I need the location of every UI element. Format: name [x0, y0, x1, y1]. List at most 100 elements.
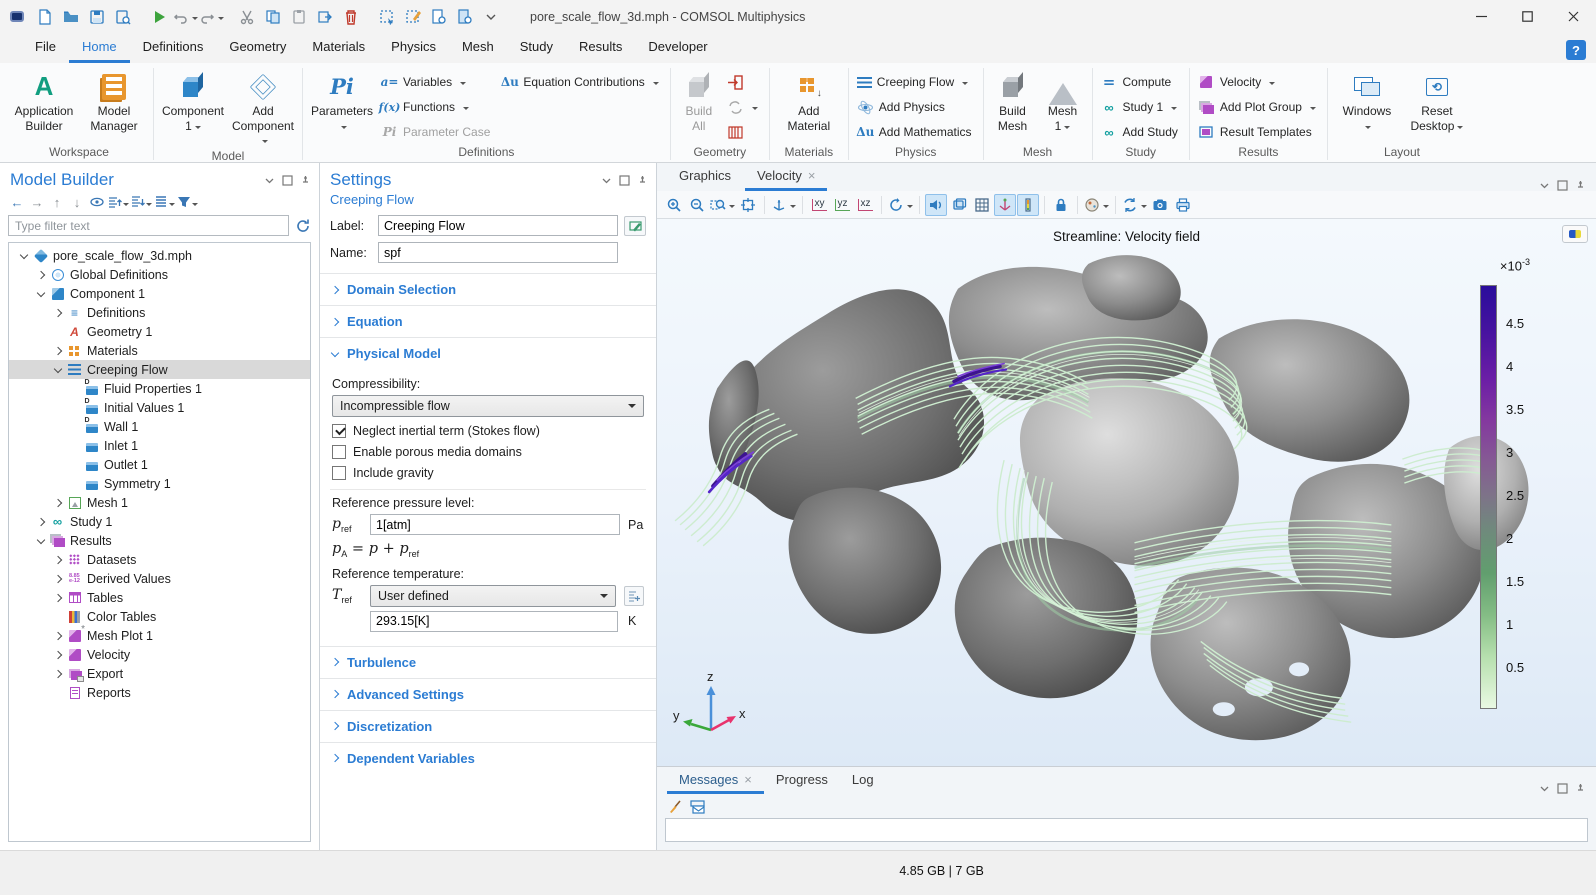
rename-button[interactable]: [624, 216, 646, 236]
menu-home[interactable]: Home: [69, 35, 130, 63]
expand-all-icon[interactable]: [131, 193, 152, 211]
paste-icon[interactable]: [286, 5, 312, 29]
tree-item-inlet-1[interactable]: Inlet 1: [9, 436, 310, 455]
zoom-box-icon[interactable]: [709, 194, 736, 216]
parameters-button[interactable]: Pi Parameters: [308, 66, 376, 133]
cut-icon[interactable]: [234, 5, 260, 29]
copy-icon[interactable]: [260, 5, 286, 29]
tab-graphics[interactable]: Graphics: [667, 164, 743, 191]
view-xz-icon[interactable]: xz: [854, 194, 876, 216]
tab-log[interactable]: Log: [840, 769, 886, 794]
menu-mesh[interactable]: Mesh: [449, 35, 507, 63]
tree-item-export[interactable]: Export: [9, 664, 310, 683]
compressibility-select[interactable]: Incompressible flow: [332, 395, 644, 417]
equation-contributions-button[interactable]: ΔuEquation Contributions: [498, 71, 664, 93]
tree-item-mesh-plot-1[interactable]: Mesh Plot 1: [9, 626, 310, 645]
porous-media-checkbox-row[interactable]: Enable porous media domains: [332, 445, 644, 459]
tree-item-fluid-properties-1[interactable]: Fluid Properties 1: [9, 379, 310, 398]
ref-temperature-input[interactable]: [370, 611, 618, 632]
menu-file[interactable]: File: [22, 35, 69, 63]
float-panel-icon[interactable]: [619, 175, 630, 186]
lock-view-icon[interactable]: [1050, 194, 1072, 216]
tree-item-wall-1[interactable]: Wall 1: [9, 417, 310, 436]
update-plot-icon[interactable]: [1121, 194, 1148, 216]
save-search-icon[interactable]: [110, 5, 136, 29]
add-plot-group-button[interactable]: Add Plot Group: [1195, 96, 1322, 118]
float-panel-icon[interactable]: [282, 175, 293, 186]
add-component-button[interactable]: Add Component: [229, 66, 297, 148]
back-icon[interactable]: ←: [8, 193, 26, 211]
virtual-operations-button[interactable]: [724, 121, 764, 143]
menu-geometry[interactable]: Geometry: [216, 35, 299, 63]
stokes-flow-checkbox-row[interactable]: Neglect inertial term (Stokes flow): [332, 424, 644, 438]
tree-item-mesh-1[interactable]: Mesh 1: [9, 493, 310, 512]
help-button[interactable]: ?: [1566, 40, 1586, 60]
zoom-out-icon[interactable]: [686, 194, 708, 216]
gravity-checkbox-row[interactable]: Include gravity: [332, 466, 644, 480]
tree-item-results[interactable]: Results: [9, 531, 310, 550]
snapshot-icon[interactable]: [1149, 194, 1171, 216]
collapse-all-icon[interactable]: [108, 193, 129, 211]
show-orientation-icon[interactable]: [994, 194, 1016, 216]
print-icon[interactable]: [1172, 194, 1194, 216]
scene-light-icon[interactable]: [948, 194, 970, 216]
variables-button[interactable]: a=Variables: [378, 71, 496, 93]
duplicate-icon[interactable]: [312, 5, 338, 29]
section-advanced-settings[interactable]: Advanced Settings: [320, 678, 656, 710]
edit-list-button[interactable]: [624, 586, 644, 606]
zoom-in-icon[interactable]: [663, 194, 685, 216]
model-tree-nodes-icon[interactable]: [154, 193, 175, 211]
new-file-icon[interactable]: [32, 5, 58, 29]
filter-icon[interactable]: [177, 193, 198, 211]
pin-panel-icon[interactable]: [1575, 180, 1586, 191]
tree-item-tables[interactable]: Tables: [9, 588, 310, 607]
mesh-1-button[interactable]: Mesh 1: [1039, 66, 1087, 133]
tree-item-outlet-1[interactable]: Outlet 1: [9, 455, 310, 474]
clear-messages-icon[interactable]: [667, 799, 682, 814]
menu-materials[interactable]: Materials: [299, 35, 378, 63]
tree-item-global-definitions[interactable]: Global Definitions: [9, 265, 310, 284]
menu-physics[interactable]: Physics: [378, 35, 449, 63]
customize-toolbar-icon[interactable]: [478, 5, 504, 29]
forward-icon[interactable]: →: [28, 193, 46, 211]
add-mathematics-button[interactable]: ΔuAdd Mathematics: [854, 121, 978, 143]
tree-item-velocity[interactable]: Velocity: [9, 645, 310, 664]
maximize-button[interactable]: [1504, 0, 1550, 33]
functions-button[interactable]: f(x)Functions: [378, 96, 496, 118]
tree-item-definitions[interactable]: ≡Definitions: [9, 303, 310, 322]
tree-item-materials[interactable]: Materials: [9, 341, 310, 360]
move-up-icon[interactable]: ↑: [48, 193, 66, 211]
view-yz-icon[interactable]: yz: [831, 194, 853, 216]
close-tab-icon[interactable]: ×: [808, 168, 816, 183]
open-file-icon[interactable]: [58, 5, 84, 29]
save-icon[interactable]: [84, 5, 110, 29]
plot-settings-button[interactable]: [1562, 225, 1588, 243]
tree-item-creeping-flow[interactable]: Creeping Flow: [9, 360, 310, 379]
tab-velocity[interactable]: Velocity×: [745, 164, 827, 191]
transparency-icon[interactable]: [925, 194, 947, 216]
menu-developer[interactable]: Developer: [635, 35, 720, 63]
run-icon[interactable]: [146, 5, 172, 29]
pin-panel-icon[interactable]: [300, 175, 311, 186]
velocity-plot-button[interactable]: Velocity: [1195, 71, 1322, 93]
minimize-button[interactable]: [1458, 0, 1504, 33]
name-input[interactable]: [378, 242, 618, 263]
menu-definitions[interactable]: Definitions: [130, 35, 217, 63]
tree-item-derived-values[interactable]: 8.85e-12Derived Values: [9, 569, 310, 588]
section-turbulence[interactable]: Turbulence: [320, 646, 656, 678]
environment-icon[interactable]: [1083, 194, 1110, 216]
delete-icon[interactable]: [338, 5, 364, 29]
tree-item-root[interactable]: pore_scale_flow_3d.mph: [9, 246, 310, 265]
add-study-button[interactable]: ∞Add Study: [1098, 121, 1184, 143]
panel-menu-icon[interactable]: [1539, 783, 1550, 794]
section-discretization[interactable]: Discretization: [320, 710, 656, 742]
component-1-button[interactable]: Component 1: [159, 66, 227, 133]
tree-item-color-tables[interactable]: Color Tables: [9, 607, 310, 626]
graphics-canvas[interactable]: Streamline: Velocity field ×10-3 4.5 4 3…: [657, 219, 1596, 766]
tree-item-initial-values-1[interactable]: Initial Values 1: [9, 398, 310, 417]
select-box-icon[interactable]: [374, 5, 400, 29]
redo-icon[interactable]: [198, 5, 224, 29]
compute-button[interactable]: =Compute: [1098, 71, 1184, 93]
tree-item-symmetry-1[interactable]: Symmetry 1: [9, 474, 310, 493]
move-down-icon[interactable]: ↓: [68, 193, 86, 211]
